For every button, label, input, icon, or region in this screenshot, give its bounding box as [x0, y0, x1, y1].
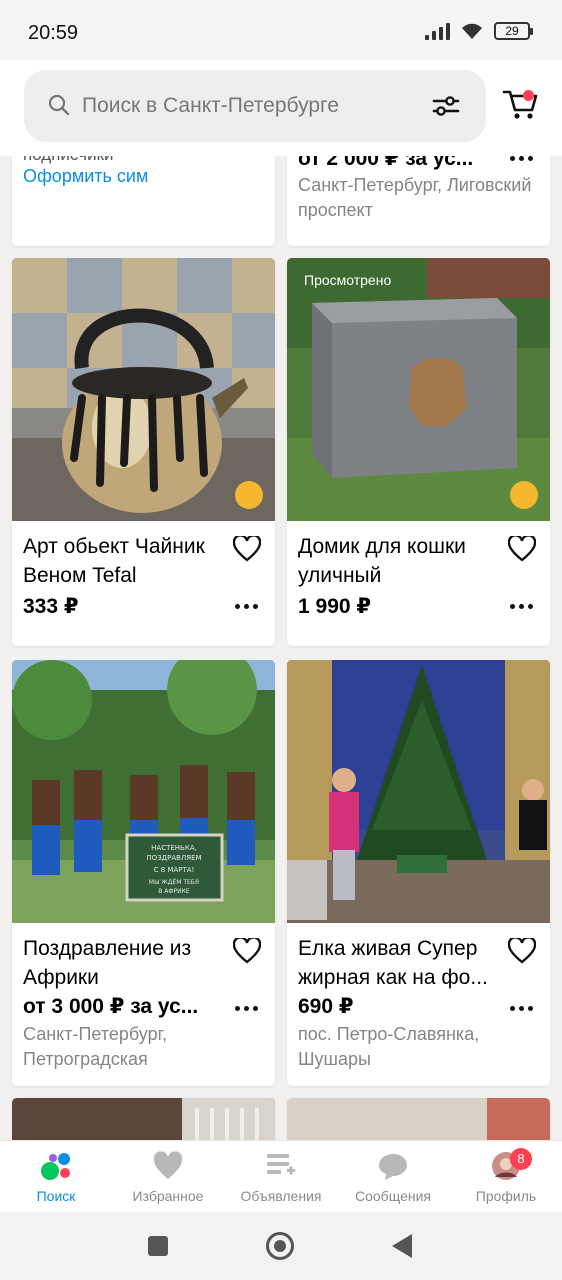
- listing-title: Елка живая Супер жирная как на фо...: [298, 937, 488, 989]
- viewed-label: Просмотрено: [304, 272, 392, 288]
- favorite-heart-icon[interactable]: [508, 938, 536, 964]
- more-options-icon[interactable]: [235, 604, 259, 610]
- cart-icon[interactable]: [502, 82, 538, 122]
- listing-photo[interactable]: [12, 1098, 275, 1140]
- favorite-heart-icon[interactable]: [233, 938, 261, 964]
- system-navigation-bar: [0, 1212, 562, 1280]
- nav-label: Поиск: [36, 1188, 76, 1204]
- add-listing-icon: [267, 1154, 295, 1175]
- search-input[interactable]: Поиск в Санкт-Петербурге: [24, 70, 486, 142]
- favorite-heart-icon[interactable]: [508, 536, 536, 562]
- listing-price: 1 990 ₽: [298, 595, 371, 618]
- listing-title: Домик для кошки уличный: [298, 535, 466, 587]
- delivery-icon: [235, 481, 263, 509]
- listing-location: Санкт-Петербург, Лиговский проспект: [298, 175, 532, 220]
- more-options-icon[interactable]: [510, 604, 534, 610]
- status-time: 20:59: [28, 22, 79, 44]
- status-icons: 29: [425, 22, 533, 40]
- listings-feed[interactable]: подписчики Оформить сим от 2 000 ₽ за ус…: [0, 156, 562, 1140]
- sim-order-link[interactable]: Оформить сим: [23, 166, 148, 187]
- nav-search[interactable]: Поиск: [0, 1141, 112, 1213]
- search-dots-icon: [41, 1153, 70, 1180]
- search-header: Поиск в Санкт-Петербурге: [0, 60, 562, 156]
- listing-photo[interactable]: [287, 660, 550, 923]
- listing-price: 690 ₽: [298, 995, 354, 1018]
- listing-card[interactable]: от 2 000 ₽ за ус... Санкт-Петербург, Лиг…: [287, 156, 550, 246]
- listing-card[interactable]: Просмотрено Домик для кошки уличный 1 99…: [287, 258, 550, 646]
- wifi-icon: [462, 23, 482, 39]
- kettle-photo-image: [12, 258, 275, 521]
- nav-favorites[interactable]: Избранное: [112, 1141, 224, 1213]
- nav-label: Избранное: [132, 1188, 204, 1204]
- nav-listings[interactable]: Объявления: [225, 1141, 337, 1213]
- favorite-heart-icon[interactable]: [233, 536, 261, 562]
- svg-text:НАСТЕНЬКА,: НАСТЕНЬКА,: [151, 844, 197, 852]
- search-icon: [48, 94, 70, 116]
- notification-badge: 8: [510, 1148, 532, 1170]
- christmas-tree-photo-image: [287, 660, 550, 923]
- signal-icon: [425, 22, 450, 40]
- svg-text:В АФРИКЕ: В АФРИКЕ: [158, 888, 190, 895]
- listing-photo[interactable]: Просмотрено: [287, 258, 550, 521]
- cat-house-photo-image: [287, 258, 550, 521]
- more-options-icon[interactable]: [235, 1006, 259, 1012]
- chat-icon: [379, 1154, 407, 1180]
- more-options-icon[interactable]: [510, 156, 534, 162]
- svg-text:ПОЗДРАВЛЯЕМ: ПОЗДРАВЛЯЕМ: [146, 854, 201, 862]
- back-icon[interactable]: [392, 1234, 412, 1258]
- nav-label: Профиль: [475, 1188, 537, 1204]
- listing-card[interactable]: [12, 1098, 275, 1140]
- listing-photo-image: [12, 1098, 275, 1140]
- listing-photo[interactable]: [287, 1098, 550, 1140]
- recent-apps-icon[interactable]: [148, 1236, 168, 1256]
- svg-text:С 8 МАРТА!: С 8 МАРТА!: [154, 866, 195, 874]
- listing-title: Арт обьект Чайник Веном Tefal: [23, 535, 205, 587]
- nav-messages[interactable]: Сообщения: [337, 1141, 449, 1213]
- listing-location: Санкт-Петербург, Петроградская: [23, 1024, 167, 1069]
- listing-card[interactable]: Арт обьект Чайник Веном Tefal 333 ₽: [12, 258, 275, 646]
- bottom-navigation: Поиск Избранное Объявления Сообщения 8 П…: [0, 1140, 562, 1212]
- search-placeholder: Поиск в Санкт-Петербурге: [82, 94, 339, 117]
- listing-photo-image: [287, 1098, 550, 1140]
- status-bar: 20:59 29: [0, 0, 562, 60]
- filter-icon[interactable]: [432, 94, 460, 118]
- cart-badge-dot: [523, 90, 534, 101]
- battery-icon: 29: [494, 22, 533, 40]
- nav-label: Сообщения: [355, 1188, 431, 1204]
- home-icon[interactable]: [266, 1232, 294, 1260]
- listing-title: Поздравление из Африки: [23, 937, 192, 989]
- nav-profile[interactable]: 8 Профиль: [450, 1141, 562, 1213]
- listing-photo[interactable]: НАСТЕНЬКА, ПОЗДРАВЛЯЕМ С 8 МАРТА! МЫ ЖДЁ…: [12, 660, 275, 923]
- listing-card[interactable]: Елка живая Супер жирная как на фо... 690…: [287, 660, 550, 1086]
- listing-card[interactable]: подписчики Оформить сим: [12, 156, 275, 246]
- listing-card[interactable]: [287, 1098, 550, 1140]
- africa-photo-image: НАСТЕНЬКА, ПОЗДРАВЛЯЕМ С 8 МАРТА! МЫ ЖДЁ…: [12, 660, 275, 923]
- nav-label: Объявления: [240, 1188, 322, 1204]
- delivery-icon: [510, 481, 538, 509]
- listing-photo[interactable]: [12, 258, 275, 521]
- listing-price: 333 ₽: [23, 595, 79, 618]
- more-options-icon[interactable]: [510, 1006, 534, 1012]
- listing-card[interactable]: НАСТЕНЬКА, ПОЗДРАВЛЯЕМ С 8 МАРТА! МЫ ЖДЁ…: [12, 660, 275, 1086]
- svg-text:МЫ ЖДЁМ ТЕБЯ: МЫ ЖДЁМ ТЕБЯ: [149, 879, 199, 886]
- heart-icon: [153, 1151, 183, 1179]
- listing-price: от 2 000 ₽ за ус...: [298, 156, 474, 170]
- listing-location: пос. Петро-Славянка, Шушары: [298, 1024, 480, 1069]
- listing-price: от 3 000 ₽ за ус...: [23, 995, 199, 1018]
